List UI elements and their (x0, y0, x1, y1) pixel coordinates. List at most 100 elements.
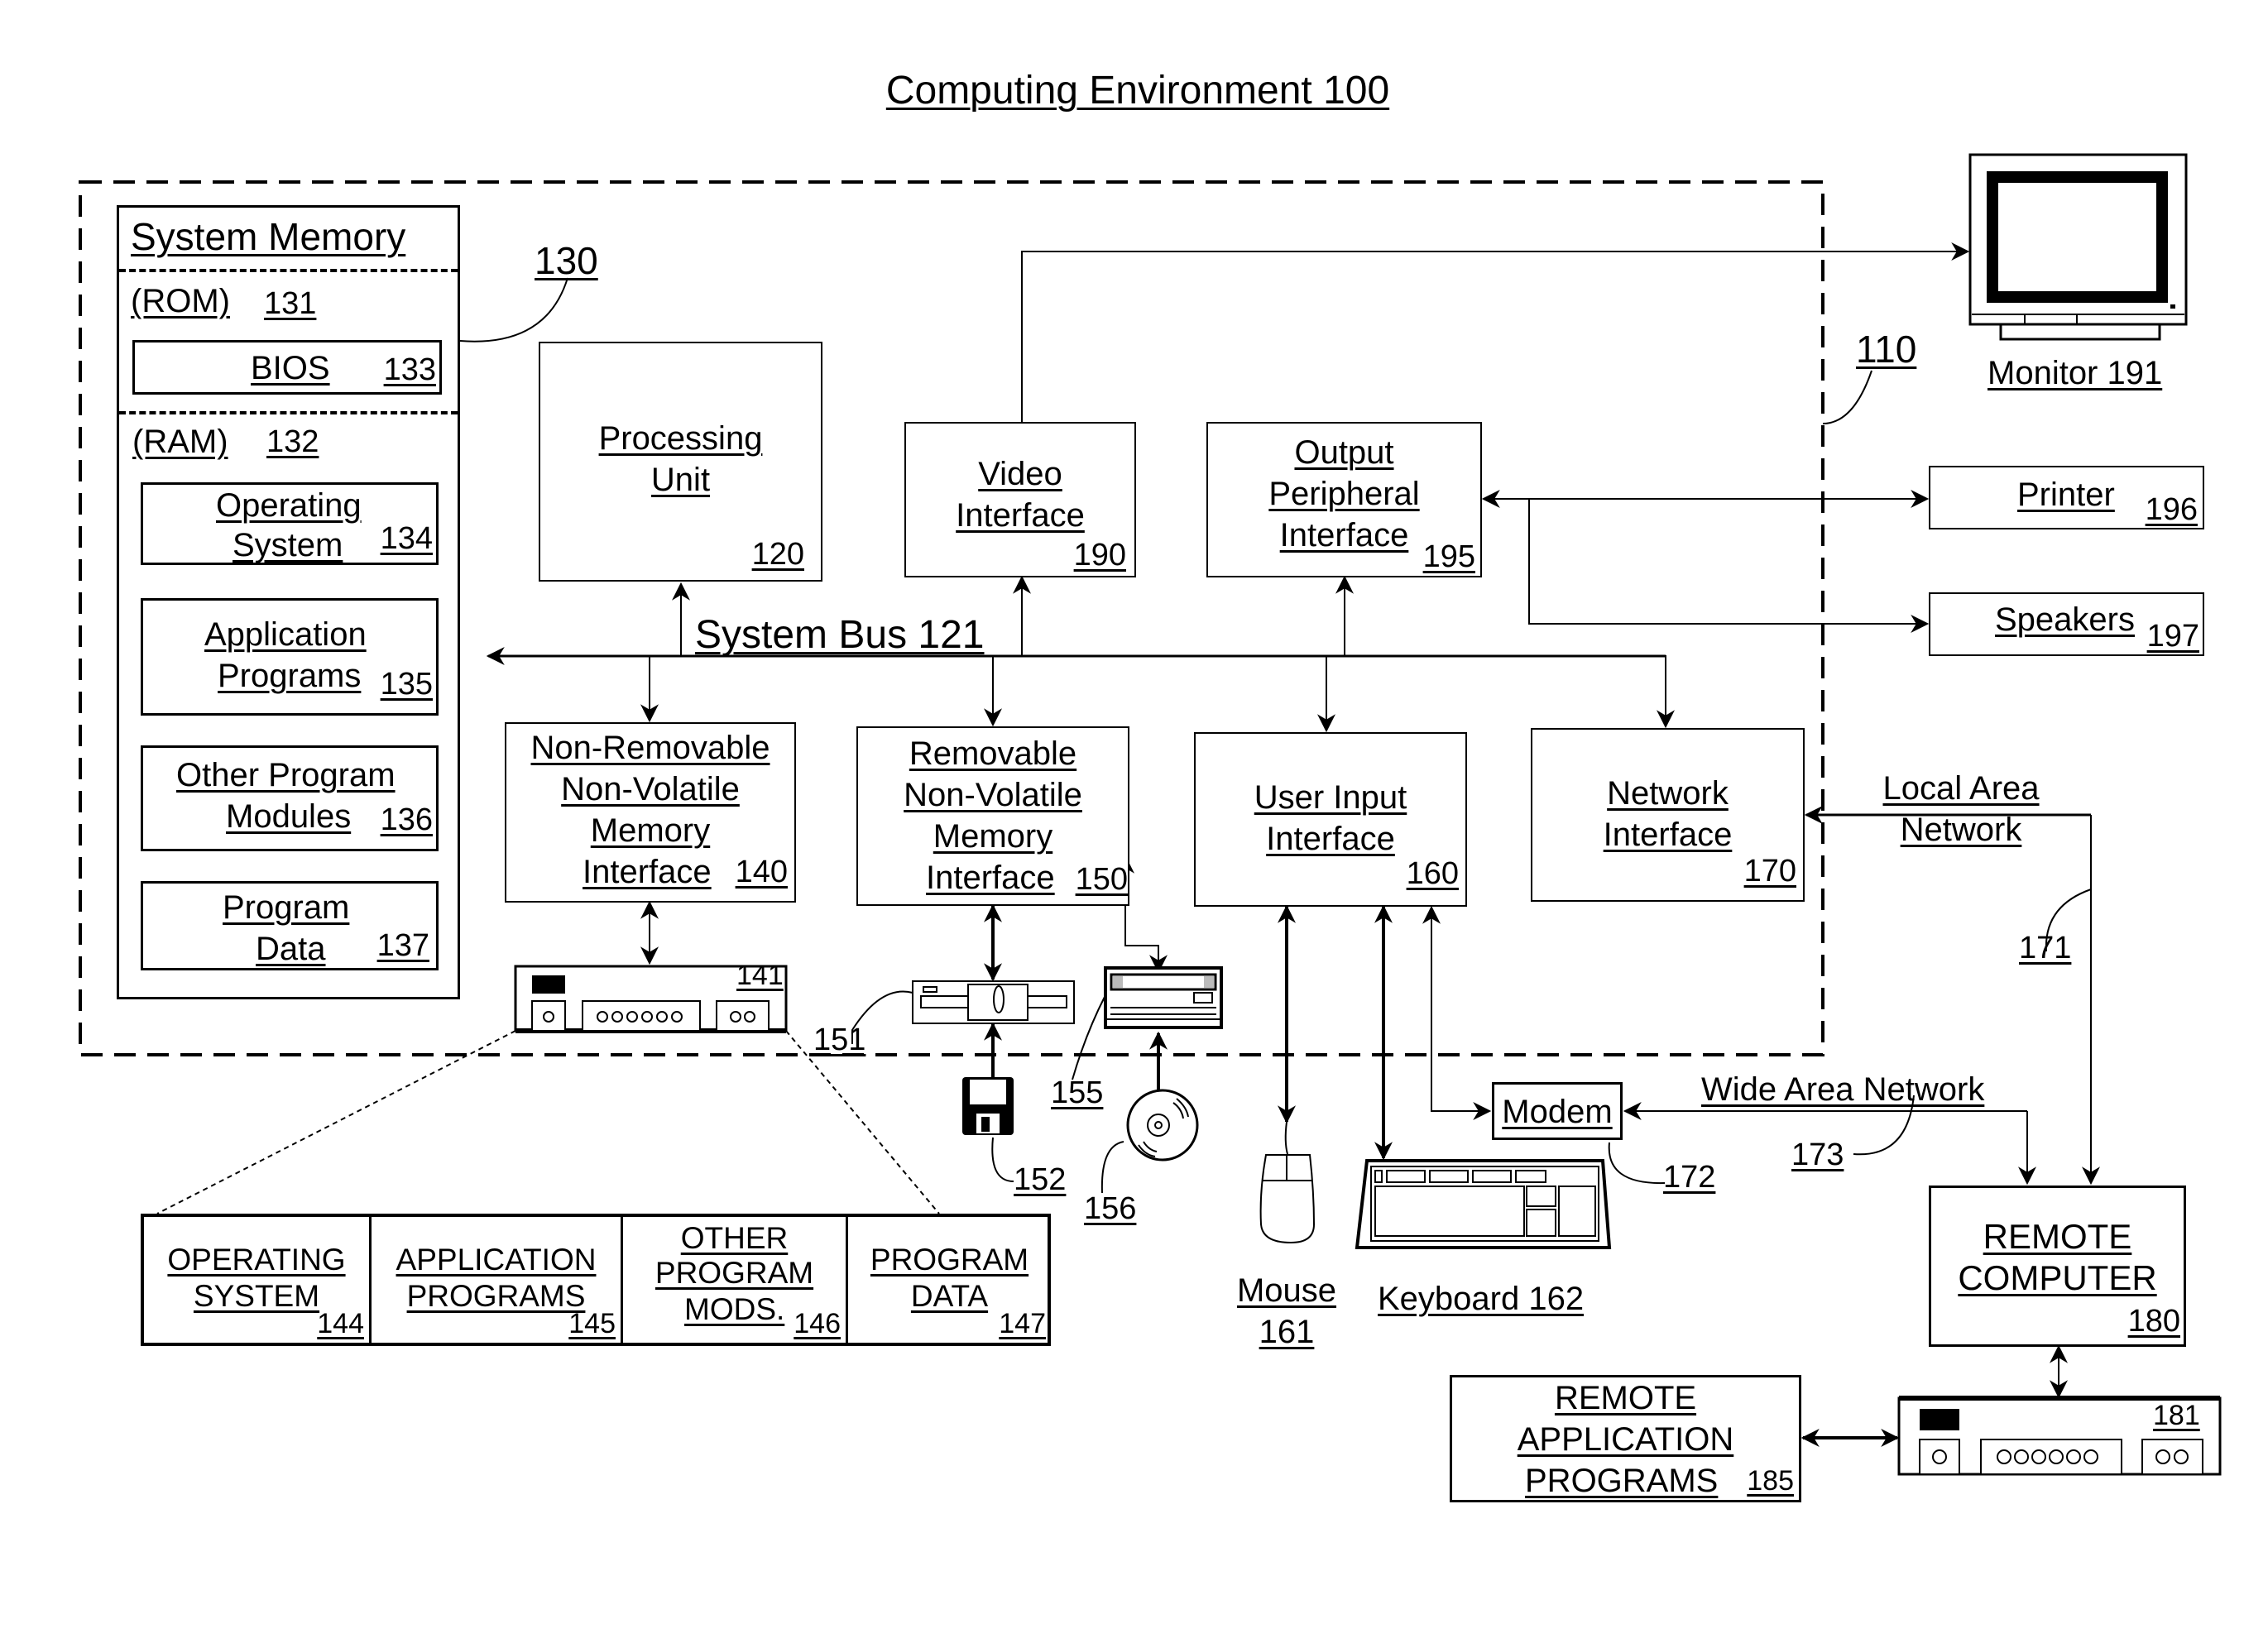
memory-item-ref: 136 (380, 802, 433, 837)
stored-program-line1: OTHER (680, 1221, 789, 1255)
mouse-label: Mouse (1236, 1272, 1337, 1309)
memory-item-line2: Data (256, 931, 326, 967)
memory-item-line2: System (233, 527, 343, 563)
bus-to-network-interface (1345, 655, 1675, 729)
wan-ref: 173 (1791, 1138, 1844, 1172)
memory-item-line1: Other Program (176, 757, 396, 793)
stored-program-data: PROGRAM DATA 147 (848, 1217, 1051, 1343)
video-interface-line2: Interface (956, 497, 1085, 534)
nonremovable-line2: Non-Volatile (561, 771, 740, 807)
processing-unit-line1: Processing (598, 420, 763, 457)
stored-program-application-programs: APPLICATION PROGRAMS 145 (372, 1217, 623, 1343)
memory-item-program-data: Program Data 137 (141, 881, 439, 970)
remote-apps-line1: REMOTE (1554, 1380, 1697, 1416)
stored-program-operating-system: OPERATING SYSTEM 144 (144, 1217, 372, 1343)
remote-apps-ref: 185 (1747, 1465, 1794, 1497)
memory-item-ref: 135 (380, 667, 433, 702)
leader-110 (1822, 370, 1872, 424)
user-input-interface-box: User Input Interface 160 (1194, 732, 1467, 907)
rom-label: (ROM) (131, 283, 230, 319)
floppy-drive-ref: 151 (813, 1023, 866, 1057)
speakers-label: Speakers (1995, 601, 2135, 638)
memory-item-line1: Application (204, 616, 367, 653)
lan-label-line1: Local Area (1882, 770, 2040, 807)
output-to-speakers (1528, 499, 1930, 633)
ram-separator (119, 411, 458, 414)
video-interface-line1: Video (978, 456, 1062, 492)
modem-ref: 172 (1663, 1160, 1716, 1195)
leader-152 (991, 1137, 1014, 1182)
printer-box: Printer 196 (1929, 466, 2204, 529)
nonremovable-interface-box: Non-Removable Non-Volatile Memory Interf… (505, 722, 796, 903)
memory-item-line1: Program (223, 889, 350, 926)
bios-box: BIOS 133 (132, 340, 442, 395)
memory-item-ref: 134 (380, 521, 433, 556)
memory-item-application-programs: Application Programs 135 (141, 598, 439, 716)
removable-line2: Non-Volatile (904, 777, 1082, 813)
stored-program-line2: PROGRAM (655, 1256, 814, 1290)
stored-program-ref: 147 (999, 1308, 1046, 1339)
lan-label-line2: Network (1900, 812, 2022, 848)
removable-line4: Interface (926, 860, 1055, 896)
floppy-disk-icon (962, 1077, 1014, 1135)
remote-apps-line2: APPLICATION (1517, 1421, 1734, 1458)
system-memory-box: System Memory (ROM) 131 BIOS 133 (RAM) 1… (117, 205, 460, 999)
remote-computer-line2: COMPUTER (1958, 1258, 2157, 1297)
bios-label: BIOS (251, 350, 330, 386)
network-interface-line2: Interface (1603, 817, 1733, 853)
page-title: Computing Environment 100 (885, 69, 1390, 113)
speakers-ref: 197 (2146, 619, 2199, 654)
keyboard-icon (1355, 1159, 1612, 1249)
removable-to-optical-drive (1124, 860, 1168, 974)
remote-apps-line3: PROGRAMS (1525, 1463, 1719, 1499)
memory-item-line2: Programs (218, 658, 362, 694)
system-memory-ref: 130 (535, 239, 598, 282)
printer-ref: 196 (2145, 492, 2198, 527)
network-interface-box: Network Interface 170 (1531, 728, 1805, 902)
bios-ref: 133 (383, 352, 436, 387)
stored-program-other-modules: OTHER PROGRAM MODS. 146 (623, 1217, 848, 1343)
removable-interface-box: Removable Non-Volatile Memory Interface … (856, 726, 1129, 906)
processing-unit-ref: 120 (751, 537, 804, 572)
removable-line1: Removable (909, 735, 1077, 772)
remote-computer-line1: REMOTE (1983, 1217, 2132, 1256)
stored-programs-strip: OPERATING SYSTEM 144 APPLICATION PROGRAM… (141, 1214, 1051, 1346)
stored-program-ref: 145 (568, 1308, 616, 1339)
user-input-to-modem (1431, 910, 1492, 1120)
ram-label: (RAM) (132, 424, 228, 460)
leader-156 (1100, 1141, 1124, 1194)
processing-unit-box: Processing Unit 120 (539, 342, 822, 582)
rom-separator (119, 269, 458, 272)
system-bus-label: System Bus 121 (695, 613, 985, 657)
remote-apps-box: REMOTE APPLICATION PROGRAMS 185 (1450, 1375, 1801, 1502)
nonremovable-line4: Interface (583, 854, 712, 890)
nonremovable-ref: 140 (735, 855, 788, 889)
keyboard-label: Keyboard 162 (1378, 1281, 1585, 1317)
remote-computer-ref: 180 (2127, 1304, 2180, 1339)
leader-130 (459, 277, 568, 342)
memory-item-operating-system: Operating System 134 (141, 482, 439, 565)
user-input-line1: User Input (1254, 779, 1407, 816)
removable-line3: Memory (933, 818, 1053, 855)
video-to-monitor (1021, 242, 1970, 422)
mouse-icon (1259, 1121, 1316, 1244)
remote-storage-ref: 181 (2153, 1400, 2200, 1431)
removable-ref: 150 (1075, 862, 1128, 897)
stored-program-line3: MODS. (684, 1292, 785, 1326)
floppy-disk-ref: 152 (1014, 1162, 1067, 1197)
memory-item-other-program-modules: Other Program Modules 136 (141, 745, 439, 851)
monitor-icon (1968, 153, 2188, 341)
rom-ref: 131 (264, 286, 317, 321)
leader-155 (1072, 996, 1105, 1080)
nonremovable-line1: Non-Removable (530, 730, 770, 766)
speakers-box: Speakers 197 (1929, 592, 2204, 656)
network-interface-ref: 170 (1743, 854, 1796, 889)
output-peripheral-ref: 195 (1422, 539, 1475, 574)
modem-label: Modem (1502, 1094, 1613, 1130)
memory-item-ref: 137 (376, 928, 429, 963)
network-interface-line1: Network (1607, 775, 1729, 812)
stored-program-ref: 144 (317, 1308, 364, 1339)
monitor-label: Monitor 191 (1987, 355, 2163, 391)
system-memory-title: System Memory (131, 215, 406, 258)
stored-program-line1: OPERATING (167, 1243, 346, 1277)
